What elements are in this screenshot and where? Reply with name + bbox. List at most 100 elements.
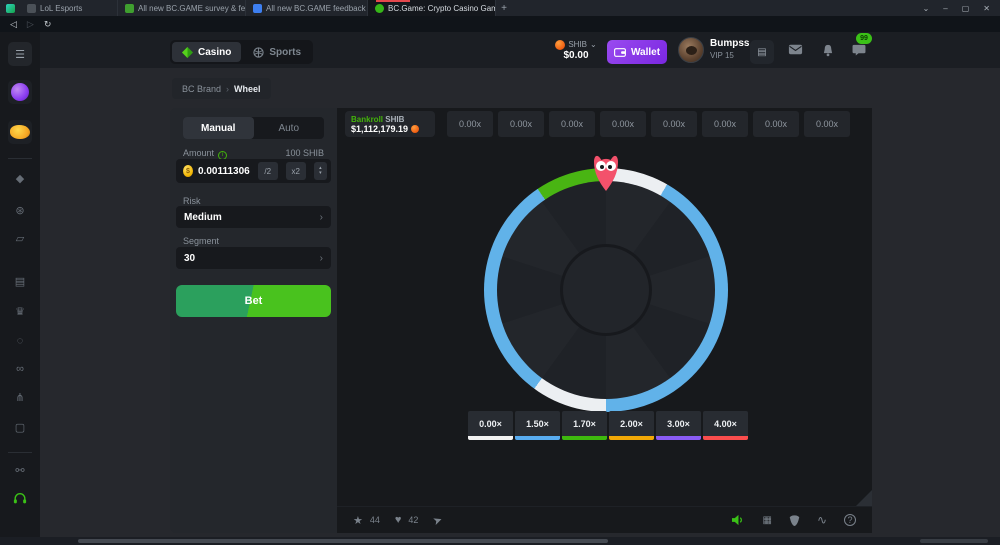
legend-item: 2.00× xyxy=(609,411,654,440)
double-bet-button[interactable]: x2 xyxy=(286,162,306,180)
history-result[interactable]: 0.00x xyxy=(447,111,493,137)
wallet-label: Wallet xyxy=(631,47,660,58)
bankroll-coin: SHIB xyxy=(385,115,404,124)
history-result[interactable]: 0.00x xyxy=(651,111,697,137)
amount-stepper[interactable]: ▴ ▾ xyxy=(314,162,327,180)
hotkeys-icon[interactable]: ▦ xyxy=(762,515,771,526)
chevron-right-icon: › xyxy=(320,212,323,223)
user-avatar[interactable] xyxy=(678,37,704,63)
messages-button[interactable] xyxy=(788,44,803,55)
chat-bubble-icon: ▢ xyxy=(15,422,25,434)
sidebar-item-links[interactable]: ⚯ xyxy=(0,464,40,477)
wallet-icon xyxy=(614,47,626,57)
currency-code: SHIB xyxy=(568,40,587,49)
legend-color-bar xyxy=(515,436,560,440)
risk-select[interactable]: Medium › xyxy=(176,206,331,228)
tab-lol-esports[interactable]: LoL Esports xyxy=(20,0,118,16)
bet-panel: Manual Auto Amounti 100 SHIB $ 0.0011130… xyxy=(170,108,337,533)
tab-favicon xyxy=(27,4,36,13)
game-action-bar: ★ 44 ♥ 42 ➤ ▦ ∿ ? xyxy=(337,506,872,533)
tab-auto[interactable]: Auto xyxy=(254,117,325,139)
risk-value: Medium xyxy=(184,212,222,223)
tab-casino[interactable]: Casino xyxy=(172,42,241,62)
bankroll-label: Bankroll xyxy=(351,115,383,124)
amount-input[interactable]: $ 0.00111306 /2 x2 ▴ ▾ xyxy=(176,159,331,183)
sidebar-item-vip-club[interactable]: ♛ xyxy=(0,305,40,318)
new-tab-button[interactable]: + xyxy=(496,0,512,16)
leaderboard-button[interactable]: ▤ xyxy=(750,40,774,64)
history-result[interactable]: 0.00x xyxy=(549,111,595,137)
tab-search-icon[interactable]: ⌄ xyxy=(923,4,930,13)
result-history: 0.00x 0.00x 0.00x 0.00x 0.00x 0.00x 0.00… xyxy=(447,111,850,137)
sidebar-menu-button[interactable]: ☰ xyxy=(8,42,32,66)
gold-coin-icon: $ xyxy=(183,165,193,177)
sound-icon[interactable] xyxy=(731,514,745,526)
segment-label: Segment xyxy=(183,236,219,246)
minimize-button[interactable]: – xyxy=(943,4,947,13)
sidebar-item-casino[interactable]: ◆ xyxy=(0,172,40,185)
tab-title: All new BC.GAME feedback xyxy=(266,4,366,13)
sidebar-item-affiliate[interactable]: ⋔ xyxy=(0,391,40,404)
sidebar-item-bonus[interactable]: ◌ xyxy=(0,335,40,347)
history-result[interactable]: 0.00x xyxy=(804,111,850,137)
sidebar-item-lottery[interactable]: ▱ xyxy=(0,232,40,245)
leaderboard-icon: ▤ xyxy=(757,47,766,58)
share-icon[interactable]: ➤ xyxy=(431,512,444,527)
legend-item: 1.70× xyxy=(562,411,607,440)
history-result[interactable]: 0.00x xyxy=(753,111,799,137)
window-controls: ⌄ – ▢ ✕ xyxy=(923,0,996,16)
scrollbar-thumb[interactable] xyxy=(78,539,608,543)
sidebar-item-support[interactable] xyxy=(0,492,40,505)
legend-color-bar xyxy=(609,436,654,440)
tab-sports[interactable]: Sports xyxy=(243,42,311,62)
sidebar-item-racing[interactable]: ▤ xyxy=(0,275,40,288)
resize-handle[interactable] xyxy=(856,490,872,506)
user-info[interactable]: Bumpss VIP 15 xyxy=(710,38,749,60)
history-result[interactable]: 0.00x xyxy=(498,111,544,137)
sidebar-item-challenges[interactable]: ∞ xyxy=(0,363,40,375)
tab-favicon xyxy=(253,4,262,13)
currency-selector[interactable]: SHIB ⌄ $0.00 xyxy=(548,36,604,64)
tab-bcgame-feedback[interactable]: All new BC.GAME feedback xyxy=(246,0,368,16)
sidebar-promotions-button[interactable] xyxy=(8,80,32,104)
scrollbar-thumb-right[interactable] xyxy=(920,539,988,543)
bet-button[interactable]: Bet xyxy=(176,285,331,317)
history-result[interactable]: 0.00x xyxy=(600,111,646,137)
sidebar-item-forum[interactable]: ▢ xyxy=(0,421,40,434)
tab-manual[interactable]: Manual xyxy=(183,117,254,139)
breadcrumb-parent[interactable]: BC Brand xyxy=(182,84,221,94)
half-bet-button[interactable]: /2 xyxy=(258,162,278,180)
segment-select[interactable]: 30 › xyxy=(176,247,331,269)
amount-value: 0.00111306 xyxy=(198,166,250,177)
tab-bcgame-active[interactable]: BC.Game: Crypto Casino Games & ✕ xyxy=(368,0,496,16)
basketball-icon: ⊛ xyxy=(15,205,24,217)
history-result[interactable]: 0.00x xyxy=(702,111,748,137)
live-stats-icon[interactable]: ∿ xyxy=(817,513,827,527)
breadcrumb-current: Wheel xyxy=(234,84,261,94)
like-count: 42 xyxy=(408,515,418,525)
step-down-icon[interactable]: ▾ xyxy=(319,171,322,176)
chat-button[interactable] xyxy=(852,44,866,56)
wallet-button[interactable]: Wallet xyxy=(607,40,667,64)
legend-item: 1.50× xyxy=(515,411,560,440)
back-button[interactable]: ◁ xyxy=(10,19,17,30)
vip-level: VIP 15 xyxy=(710,51,749,60)
basketball-icon xyxy=(253,47,264,58)
maximize-button[interactable]: ▢ xyxy=(962,4,970,13)
favorite-star-icon[interactable]: ★ xyxy=(353,514,363,527)
sidebar-item-sports[interactable]: ⊛ xyxy=(0,204,40,217)
help-icon[interactable]: ? xyxy=(844,514,856,526)
network-icon: ⋔ xyxy=(15,392,24,404)
fairness-seed-icon[interactable] xyxy=(789,514,800,527)
tab-bcgame-survey[interactable]: All new BC.GAME survey & feedback r xyxy=(118,0,246,16)
reload-button[interactable]: ↻ xyxy=(44,19,52,30)
forward-button[interactable]: ▷ xyxy=(27,19,34,30)
bankroll-chip: Bankroll SHIB $1,112,179.19 xyxy=(345,111,435,137)
sidebar-rewards-button[interactable] xyxy=(8,120,32,144)
notifications-button[interactable] xyxy=(822,44,834,57)
username: Bumpss xyxy=(710,38,749,49)
like-heart-icon[interactable]: ♥ xyxy=(395,514,402,526)
sports-label: Sports xyxy=(269,47,301,58)
tab-title: All new BC.GAME survey & feedback r xyxy=(138,4,246,13)
close-window-button[interactable]: ✕ xyxy=(983,4,990,13)
